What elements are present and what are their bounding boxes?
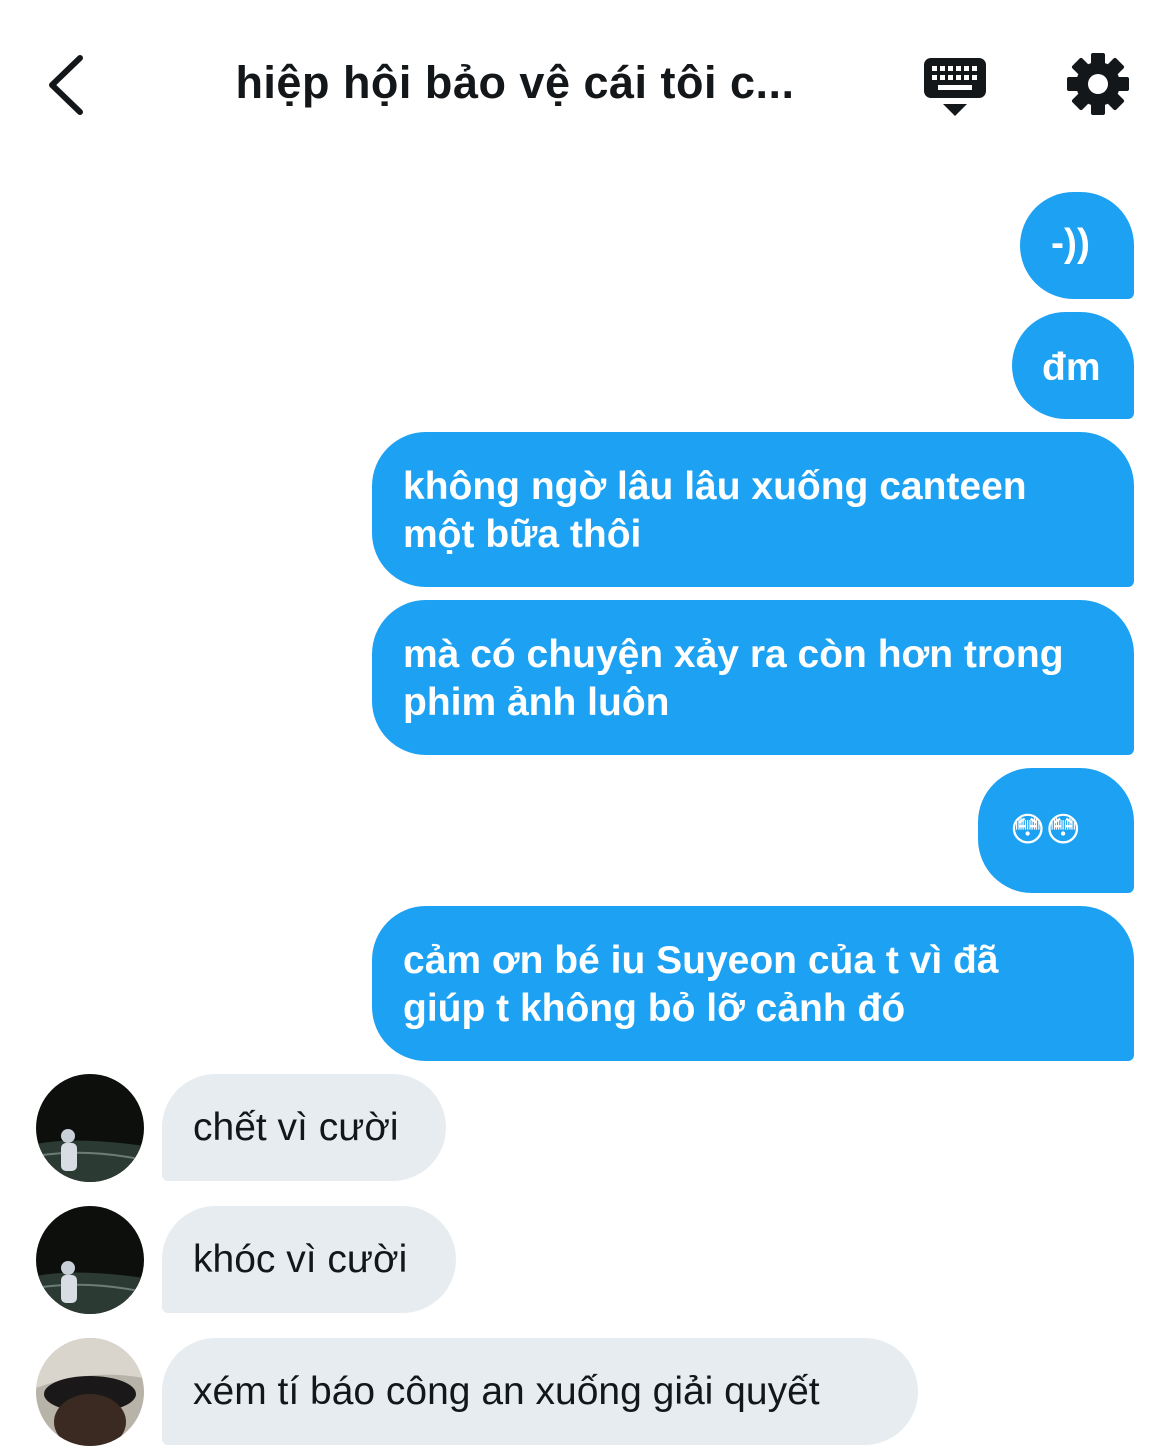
message-text: chết vì cười (193, 1106, 399, 1149)
message-bubble-incoming[interactable]: xém tí báo công an xuống giải quyết (162, 1338, 918, 1445)
back-button[interactable] (40, 50, 100, 120)
message-text-line: phim ảnh luôn (403, 681, 670, 724)
message-text: xém tí báo công an xuống giải quyết (193, 1370, 820, 1413)
message-bubble-outgoing[interactable]: cảm ơn bé iu Suyeon của t vì đã giúp t k… (372, 906, 1134, 1061)
message-bubble-outgoing[interactable]: đm (1012, 312, 1134, 419)
keyboard-toggle-button[interactable] (920, 54, 990, 120)
conversation-title[interactable]: hiệp hội bảo vệ cái tôi c... (180, 52, 850, 114)
message-text: đm (1042, 346, 1101, 389)
avatar[interactable] (36, 1074, 144, 1182)
chat-header: hiệp hội bảo vệ cái tôi c... (0, 0, 1170, 170)
message-bubble-incoming[interactable]: khóc vì cười (162, 1206, 456, 1313)
keyboard-icon (924, 58, 986, 116)
message-text: -)) (1051, 222, 1090, 265)
message-text-line: cảm ơn bé iu Suyeon của t vì đã (403, 939, 999, 982)
message-bubble-outgoing[interactable]: mà có chuyện xảy ra còn hơn trong phim ả… (372, 600, 1134, 755)
gear-icon (1067, 53, 1129, 115)
message-text-line: mà có chuyện xảy ra còn hơn trong (403, 633, 1064, 676)
message-bubble-outgoing[interactable]: 😳😳 (978, 768, 1134, 893)
message-text: khóc vì cười (193, 1238, 408, 1281)
message-text-line: không ngờ lâu lâu xuống canteen (403, 465, 1027, 508)
avatar-photo (36, 1338, 144, 1446)
emoji-text: 😳😳 (1010, 811, 1081, 849)
message-bubble-incoming[interactable]: chết vì cười (162, 1074, 446, 1181)
avatar[interactable] (36, 1206, 144, 1314)
settings-button[interactable] (1066, 52, 1130, 116)
chevron-left-icon (49, 55, 83, 115)
avatar[interactable] (36, 1338, 144, 1446)
message-text-line: giúp t không bỏ lỡ cảnh đó (403, 987, 906, 1030)
message-bubble-outgoing[interactable]: -)) (1020, 192, 1134, 299)
message-bubble-outgoing[interactable]: không ngờ lâu lâu xuống canteen một bữa … (372, 432, 1134, 587)
message-text-line: một bữa thôi (403, 513, 642, 556)
avatar-photo (36, 1206, 144, 1314)
avatar-photo (36, 1074, 144, 1182)
